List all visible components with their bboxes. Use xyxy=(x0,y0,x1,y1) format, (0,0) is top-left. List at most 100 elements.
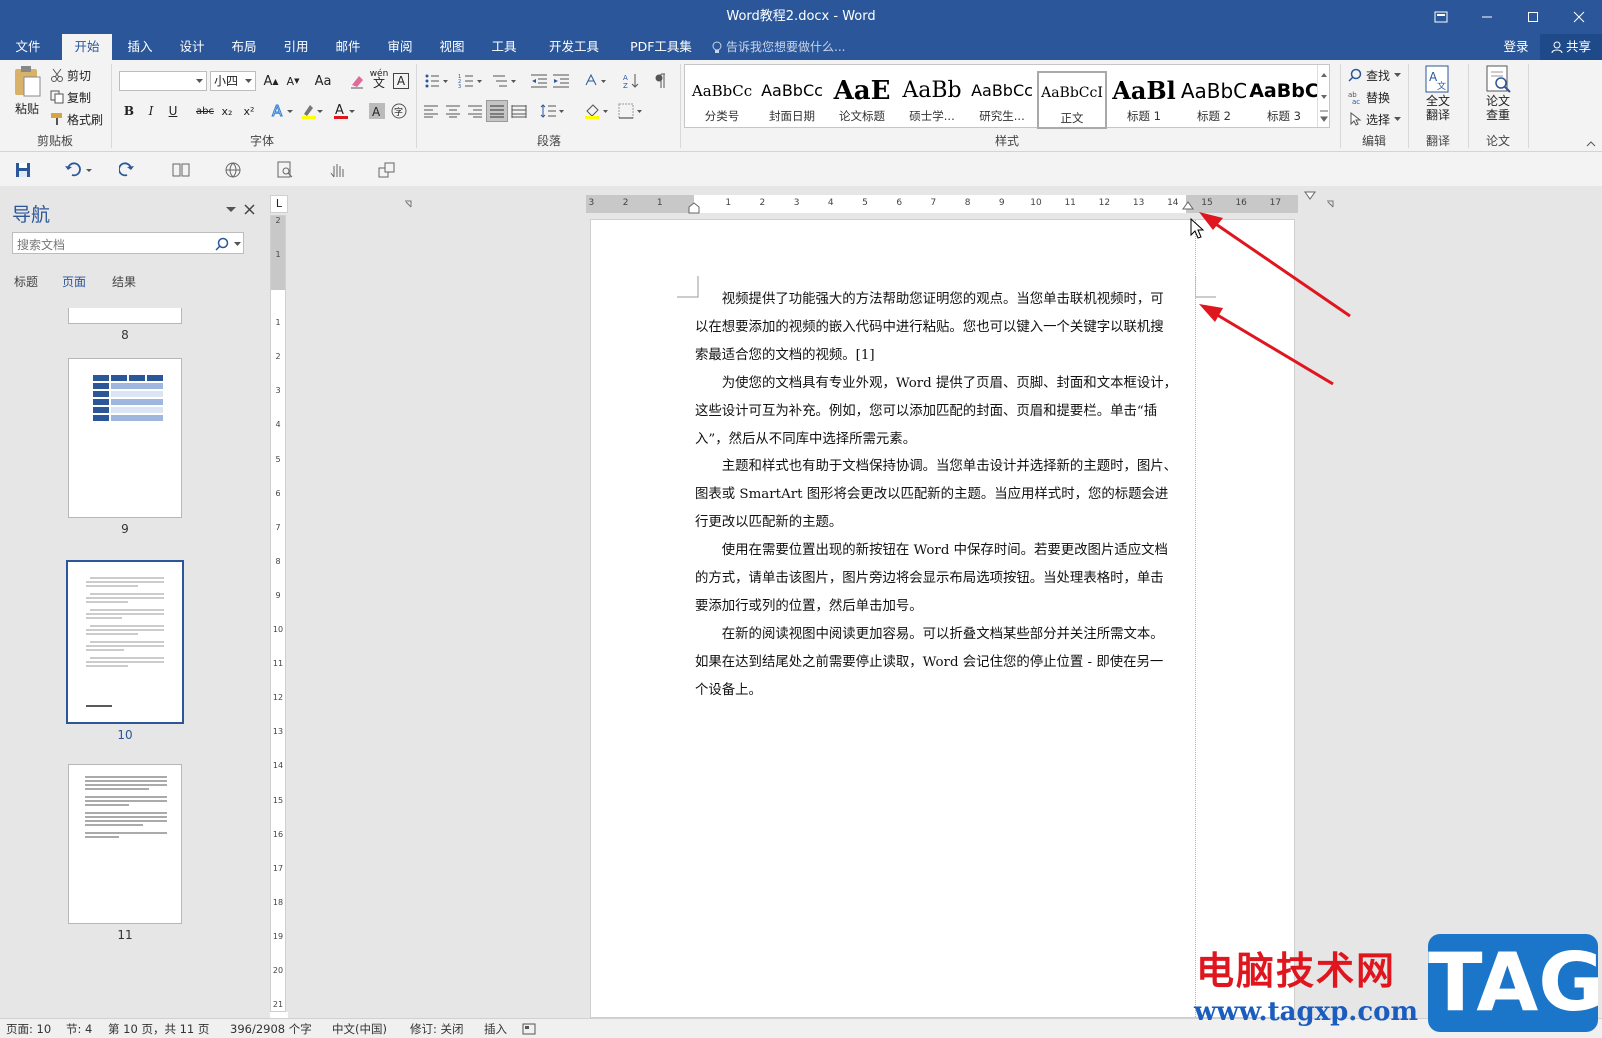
font-name-dropdown[interactable] xyxy=(119,71,207,91)
login-link[interactable]: 登录 xyxy=(1494,34,1538,60)
align-center-icon[interactable] xyxy=(442,100,464,122)
find-button[interactable]: 查找 xyxy=(1348,66,1402,84)
show-marks-icon[interactable] xyxy=(650,70,672,92)
char-shading-icon[interactable]: A xyxy=(366,100,388,122)
share-button[interactable]: 共享 xyxy=(1540,34,1602,60)
paragraph-line[interactable]: 要添加行或列的位置，然后单击加号。 xyxy=(695,593,1195,621)
borders-icon[interactable] xyxy=(616,100,646,122)
numbering-icon[interactable]: 123 xyxy=(456,70,486,92)
style-item[interactable]: AaE 论文标题 xyxy=(827,71,897,129)
tab-selector[interactable]: L xyxy=(270,195,288,213)
tell-me-box[interactable]: 告诉我您想要做什么... xyxy=(712,34,845,60)
status-track-changes[interactable]: 修订: 关闭 xyxy=(410,1019,464,1038)
translate-button[interactable]: A文 全文 翻译 xyxy=(1416,64,1460,122)
style-item[interactable]: AaBb 硕士学... xyxy=(897,71,967,129)
justify-icon[interactable] xyxy=(486,100,508,122)
horizontal-ruler[interactable]: 3 2 1 1 2 3 4 5 6 7 8 9 10 11 12 13 14 15 16 17 xyxy=(586,191,1316,214)
style-item[interactable]: AaBbCc 封面日期 xyxy=(757,71,827,129)
customize-qat-icon[interactable] xyxy=(374,158,400,182)
paste-button[interactable]: 粘贴 xyxy=(8,64,46,130)
subscript-button[interactable]: x₂ xyxy=(216,100,238,122)
phonetic-guide-button[interactable]: wén 文 xyxy=(368,68,390,90)
tab-view[interactable]: 视图 xyxy=(426,34,478,60)
maximize-icon[interactable] xyxy=(1510,0,1556,34)
reading-mode-icon[interactable] xyxy=(168,158,194,182)
status-word-count[interactable]: 396/2908 个字 xyxy=(230,1019,312,1038)
paragraph-line[interactable]: 如果在达到结尾处之前需要停止读取，Word 会记住您的停止位置 - 即使在另一 xyxy=(695,649,1195,677)
page-thumbnail[interactable] xyxy=(68,358,182,518)
shrink-font-icon[interactable]: A ▼ xyxy=(282,70,304,92)
touch-mode-icon[interactable] xyxy=(324,158,350,182)
chevron-down-icon[interactable] xyxy=(234,242,241,247)
tab-review[interactable]: 审阅 xyxy=(374,34,426,60)
tab-home[interactable]: 开始 xyxy=(62,34,112,60)
nav-tab-results[interactable]: 结果 xyxy=(112,273,136,290)
left-indent-marker[interactable] xyxy=(688,202,700,214)
superscript-button[interactable]: x² xyxy=(238,100,260,122)
decrease-indent-icon[interactable] xyxy=(528,70,550,92)
paragraph-line[interactable]: 以在想要添加的视频的嵌入代码中进行粘贴。您也可以键入一个关键字以联机搜 xyxy=(695,314,1195,342)
multilevel-list-icon[interactable] xyxy=(490,70,520,92)
paragraph-line[interactable]: 的方式，请单击该图片，图片旁边将会显示布局选项按钮。当处理表格时，单击 xyxy=(695,565,1195,593)
tab-pdf-tools[interactable]: PDF工具集 xyxy=(620,34,702,60)
paragraph-line[interactable]: 在新的阅读视图中阅读更加容易。可以折叠文档某些部分并关注所需文本。 xyxy=(695,621,1195,649)
font-size-dropdown[interactable]: 小四 xyxy=(210,71,256,91)
close-icon[interactable] xyxy=(1556,0,1602,34)
paragraph-line[interactable]: 为使您的文档具有专业外观，Word 提供了页眉、页脚、封面和文本框设计， xyxy=(695,370,1195,398)
page-thumbnail[interactable] xyxy=(68,764,182,924)
style-item-selected[interactable]: AaBbCcI 正文 xyxy=(1037,71,1107,129)
save-icon[interactable] xyxy=(10,158,36,182)
asian-layout-icon[interactable] xyxy=(582,70,610,92)
macro-record-icon[interactable] xyxy=(522,1023,536,1035)
gallery-scroll[interactable] xyxy=(1317,65,1329,127)
distributed-icon[interactable] xyxy=(508,100,530,122)
tab-tools[interactable]: 工具 xyxy=(478,34,530,60)
chevron-down-icon[interactable] xyxy=(226,207,236,213)
clear-formatting-icon[interactable] xyxy=(346,70,368,92)
style-item[interactable]: AaBl 标题 1 xyxy=(1109,71,1179,129)
ribbon-display-icon[interactable] xyxy=(1418,0,1464,34)
underline-button[interactable]: U xyxy=(162,100,184,122)
bullets-icon[interactable] xyxy=(422,70,452,92)
status-page[interactable]: 页面: 10 xyxy=(6,1019,51,1038)
status-section[interactable]: 节: 4 xyxy=(66,1019,92,1038)
tab-mailings[interactable]: 邮件 xyxy=(322,34,374,60)
paragraph-line[interactable]: 图表或 SmartArt 图形将会更改以匹配新的主题。当应用样式时，您的标题会进 xyxy=(695,481,1195,509)
replace-button[interactable]: ab ac 替换 xyxy=(1348,88,1390,106)
tab-insert[interactable]: 插入 xyxy=(114,34,166,60)
paragraph-line[interactable]: 行更改以匹配新的主题。 xyxy=(695,509,1195,537)
paragraph-line[interactable]: 入”，然后从不同库中选择所需元素。 xyxy=(695,426,1195,454)
increase-indent-icon[interactable] xyxy=(550,70,572,92)
vertical-ruler[interactable]: 2 1 1 2 3 4 5 6 7 8 9 10 11 12 13 14 15 16 17 18 19 20 21 xyxy=(270,215,286,1012)
page-thumbnail[interactable] xyxy=(68,308,182,324)
text-effects-icon[interactable]: A xyxy=(268,100,296,122)
shading-icon[interactable] xyxy=(582,100,612,122)
page-thumbnail-selected[interactable] xyxy=(66,560,184,724)
redo-icon[interactable] xyxy=(114,158,140,182)
minimize-icon[interactable] xyxy=(1464,0,1510,34)
char-border-button[interactable]: A xyxy=(390,70,412,92)
right-indent-marker[interactable] xyxy=(1182,201,1194,211)
style-item[interactable]: AaBbCc 研究生... xyxy=(967,71,1037,129)
document-page[interactable]: 视频提供了功能强大的方法帮助您证明您的观点。当您单击联机视频时，可 以在想要添加的… xyxy=(590,219,1296,1019)
grow-font-icon[interactable]: A ▲ xyxy=(260,70,282,92)
document-body[interactable]: 视频提供了功能强大的方法帮助您证明您的观点。当您单击联机视频时，可 以在想要添加的… xyxy=(591,220,1296,1019)
sort-icon[interactable]: AZ xyxy=(620,70,642,92)
collapse-ribbon-icon[interactable] xyxy=(1586,140,1596,147)
tab-developer[interactable]: 开发工具 xyxy=(538,34,610,60)
nav-tab-headings[interactable]: 标题 xyxy=(14,273,38,290)
tab-file[interactable]: 文件 xyxy=(0,34,56,60)
close-icon[interactable] xyxy=(244,204,255,215)
strikethrough-button[interactable]: abc xyxy=(194,100,216,122)
copy-button[interactable]: 复制 xyxy=(50,88,91,106)
enclose-char-icon[interactable]: 字 xyxy=(388,100,410,122)
italic-button[interactable]: I xyxy=(140,100,162,122)
tab-layout[interactable]: 布局 xyxy=(218,34,270,60)
nav-tab-pages[interactable]: 页面 xyxy=(62,273,86,290)
highlight-icon[interactable] xyxy=(298,100,326,122)
status-insert-mode[interactable]: 插入 xyxy=(484,1019,507,1038)
bold-button[interactable]: B xyxy=(118,100,140,122)
print-preview-icon[interactable] xyxy=(272,158,298,182)
align-left-icon[interactable] xyxy=(420,100,442,122)
dialog-launcher-icon[interactable] xyxy=(404,200,412,208)
